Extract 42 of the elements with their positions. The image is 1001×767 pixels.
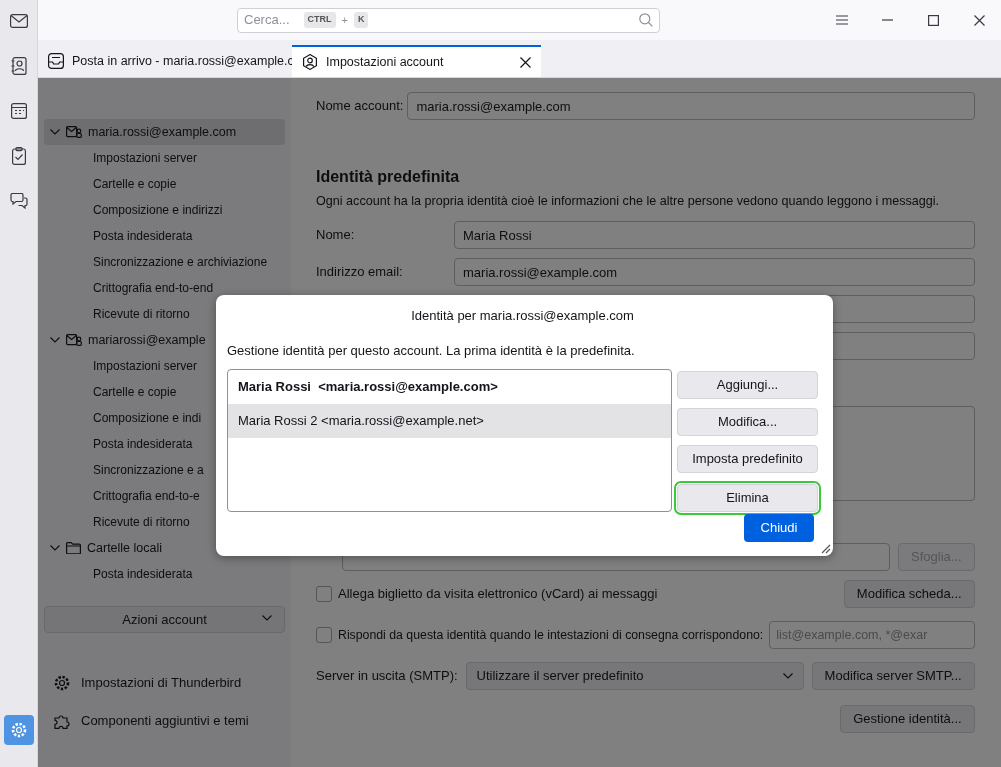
dialog-button[interactable]: Aggiungi... — [677, 371, 818, 399]
input-field[interactable]: maria.rossi@example.com — [454, 258, 975, 286]
tree-item[interactable]: Impostazioni server — [44, 145, 285, 171]
dialog-title: Identità per maria.rossi@example.com — [410, 307, 635, 325]
checkbox-label: Allega biglietto da visita elettronico (vCard) ai messaggi — [338, 585, 658, 604]
close-dialog-button[interactable]: Chiudi — [744, 514, 814, 542]
input-field[interactable]: maria.rossi@example.com — [407, 92, 975, 120]
plus-sign: + — [341, 12, 348, 28]
field-label: Indirizzo email: — [316, 263, 404, 282]
account-actions-dropdown[interactable]: Azioni account — [44, 606, 285, 633]
checkbox-label: Rispondi da questa identità quando le intestazioni di consegna corrispondono: — [338, 626, 764, 644]
dialog-description: Gestione identità per questo account. La prima identità è la predefinita. — [227, 342, 636, 360]
tab[interactable]: Impostazioni account — [292, 45, 541, 77]
tab[interactable]: Posta in arrivo - maria.rossi@example.c — [38, 45, 291, 77]
server-dropdown[interactable]: Utilizzare il server predefinito — [465, 662, 804, 690]
footer-link[interactable]: Impostazioni di Thunderbird — [38, 668, 278, 698]
section-description: Ogni account ha la propria identità cioè le informazioni che le altre persone vedono quando leggono i messaggi. — [316, 193, 941, 210]
tree-item[interactable]: Cartelle e copie — [44, 171, 285, 197]
dialog-button[interactable]: Elimina — [677, 484, 818, 512]
shortcut-key: K — [353, 12, 369, 28]
edit-smtp-button[interactable]: Modifica server SMTP... — [811, 662, 975, 690]
field-label: Server in uscita (SMTP): — [316, 667, 458, 686]
identity-item[interactable]: Maria Rossi <maria.rossi@example.com> — [228, 370, 671, 404]
section-heading: Identità predefinita — [316, 167, 461, 187]
edit-card-button[interactable]: Modifica scheda... — [843, 580, 975, 608]
tree-item[interactable]: Crittografia end-to-end — [44, 275, 285, 301]
tree-item[interactable]: Composizione e indirizzi — [44, 197, 285, 223]
field-label: Nome: — [316, 226, 356, 245]
tree-item[interactable]: Posta indesiderata — [44, 223, 285, 249]
tree-item[interactable]: maria.rossi@example.com — [44, 119, 285, 145]
dialog-button[interactable]: Modifica... — [677, 408, 818, 436]
tree-item[interactable]: Sincronizzazione e archiviazione — [44, 249, 285, 275]
dialog-button[interactable]: Imposta predefinito — [677, 445, 818, 473]
footer-link[interactable]: Componenti aggiuntivi e temi — [38, 706, 278, 736]
shortcut-key: CTRL — [303, 12, 336, 28]
tree-item[interactable]: Posta indesiderata — [44, 561, 285, 587]
field-label: Nome account: — [316, 97, 404, 116]
input-field[interactable]: Maria Rossi — [454, 221, 975, 249]
identity-item[interactable]: Maria Rossi 2 <maria.rossi@example.net> — [228, 404, 671, 438]
search-field[interactable]: Cerca... CTRL + K — [237, 7, 660, 33]
tree-item[interactable]: Cartelle locali — [44, 535, 285, 561]
manage-identities-button[interactable]: Gestione identità... — [840, 705, 975, 733]
